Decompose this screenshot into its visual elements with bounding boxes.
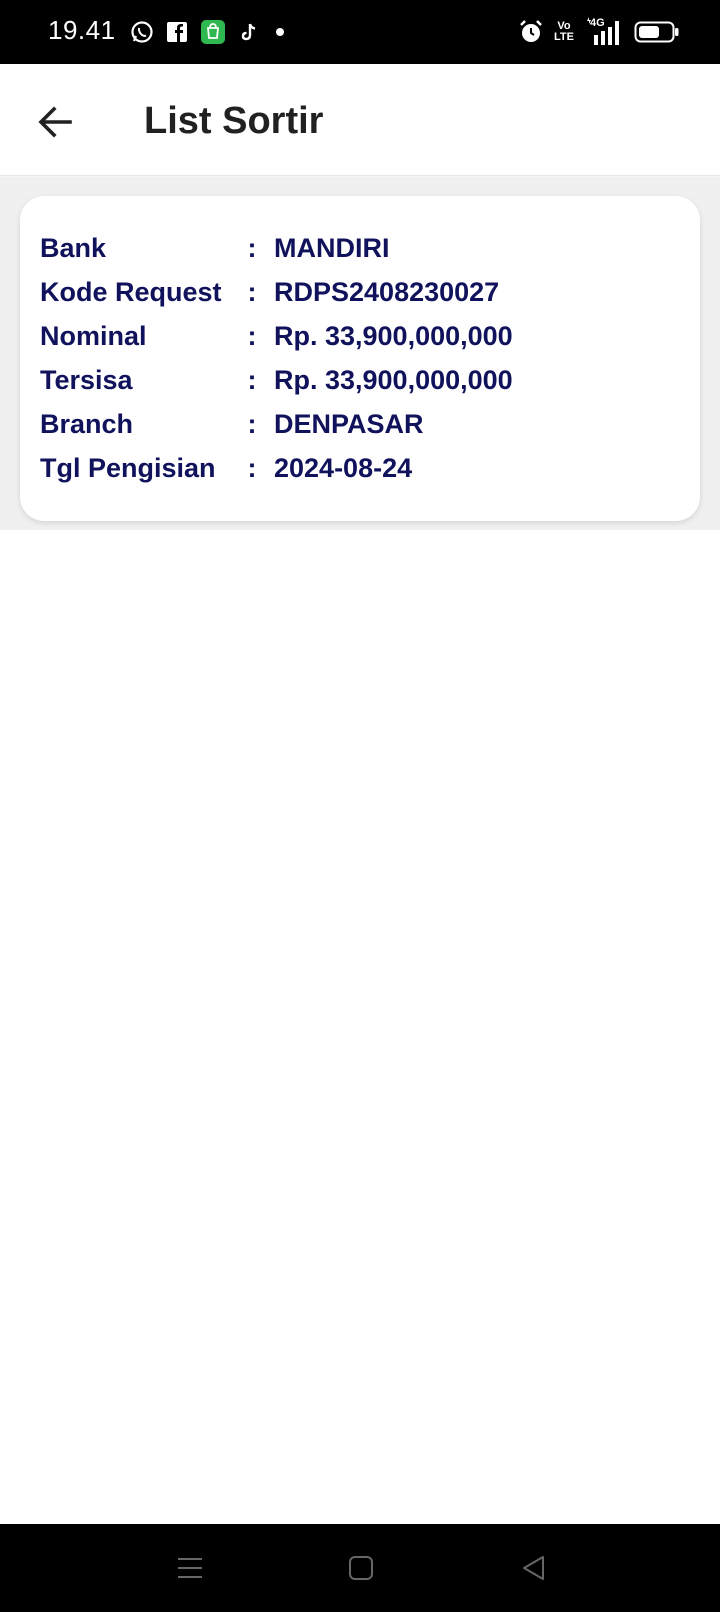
tiktok-icon xyxy=(238,21,260,43)
detail-value: Rp. 33,900,000,000 xyxy=(274,364,513,395)
detail-separator: : xyxy=(247,364,257,395)
alarm-icon xyxy=(518,19,544,45)
detail-separator: : xyxy=(247,408,257,439)
recent-apps-button[interactable] xyxy=(168,1546,212,1590)
app-bar: List Sortir xyxy=(0,64,720,176)
detail-row: Kode Request: RDPS2408230027 xyxy=(40,270,680,314)
4g-signal-icon: 4G xyxy=(584,17,624,47)
detail-label: Bank xyxy=(40,232,107,263)
home-icon xyxy=(349,1556,373,1580)
detail-row: Bank: MANDIRI xyxy=(40,226,680,270)
volte-icon: Vo LTE xyxy=(554,21,574,43)
status-system-icons: Vo LTE 4G xyxy=(518,16,680,48)
content-area: Bank: MANDIRI Kode Request: RDPS2408230027 N… xyxy=(0,177,720,530)
detail-separator: : xyxy=(247,276,257,307)
status-time: 19.41 xyxy=(48,15,116,45)
detail-label: Tersisa xyxy=(40,364,133,395)
detail-row: Nominal: Rp. 33,900,000,000 xyxy=(40,314,680,358)
back-triangle-icon xyxy=(523,1556,544,1580)
detail-row: Tgl Pengisian:2024-08-24 xyxy=(40,446,680,490)
detail-label: Tgl Pengisian xyxy=(40,452,216,483)
detail-value: RDPS2408230027 xyxy=(274,276,500,307)
detail-separator: : xyxy=(247,232,257,263)
detail-separator: : xyxy=(247,320,257,351)
navigation-bar xyxy=(0,1524,720,1612)
facebook-icon xyxy=(166,21,188,43)
back-button[interactable] xyxy=(28,94,84,150)
volte-label-bottom: LTE xyxy=(554,31,574,43)
status-bar: 19.41 Vo LTE 4G xyxy=(0,0,720,64)
battery-icon xyxy=(634,20,680,44)
detail-value: Rp. 33,900,000,000 xyxy=(274,320,513,351)
detail-separator: : xyxy=(247,452,257,483)
page-title: List Sortir xyxy=(144,100,324,142)
menu-icon xyxy=(178,1558,202,1578)
detail-label: Nominal xyxy=(40,320,147,351)
status-notification-icons xyxy=(130,18,288,46)
sortir-card[interactable]: Bank: MANDIRI Kode Request: RDPS2408230027 N… xyxy=(20,196,700,521)
arrow-left-icon xyxy=(38,106,72,138)
detail-label: Kode Request xyxy=(40,276,222,307)
detail-label: Branch xyxy=(40,408,134,439)
detail-value: DENPASAR xyxy=(274,408,424,439)
whatsapp-icon xyxy=(130,20,154,44)
detail-row: Branch: DENPASAR xyxy=(40,402,680,446)
shop-app-icon xyxy=(200,19,226,45)
detail-value: 2024-08-24 xyxy=(274,452,413,483)
back-nav-button[interactable] xyxy=(512,1546,556,1590)
detail-row: Tersisa: Rp. 33,900,000,000 xyxy=(40,358,680,402)
home-button[interactable] xyxy=(339,1546,383,1590)
notification-dot-icon xyxy=(272,24,288,40)
detail-value: MANDIRI xyxy=(274,232,390,263)
